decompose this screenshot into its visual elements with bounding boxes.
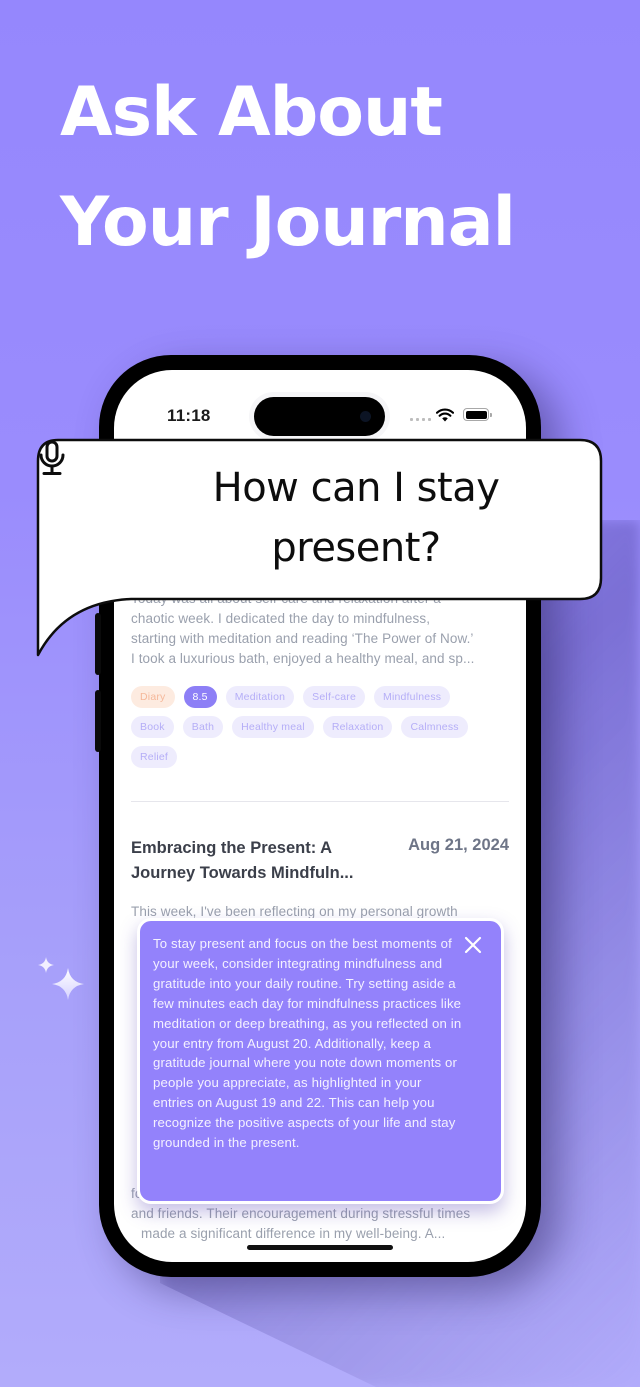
camera-icon	[360, 411, 371, 422]
question-bubble: How can I stay present?	[36, 438, 603, 658]
tag[interactable]: Healthy meal	[232, 716, 314, 738]
tag[interactable]: Mindfulness	[374, 686, 451, 708]
entry-title: Embracing the Present: A Journey Towards…	[131, 839, 354, 882]
tag[interactable]: Self-care	[303, 686, 365, 708]
close-icon[interactable]	[463, 935, 483, 955]
wifi-icon	[436, 408, 454, 422]
journal-entry[interactable]: Embracing the Present: A Journey Towards…	[131, 836, 509, 919]
ai-answer-card: To stay present and focus on the best mo…	[137, 918, 504, 1204]
ai-answer-text: To stay present and focus on the best mo…	[153, 936, 462, 1151]
tag[interactable]: Meditation	[225, 686, 295, 708]
dynamic-island	[254, 397, 385, 436]
battery-icon	[463, 408, 492, 421]
cellular-signal-icon	[410, 418, 431, 421]
volume-down-button	[95, 690, 101, 752]
entry-date: Aug 21, 2024	[408, 836, 509, 854]
entry-divider	[131, 801, 509, 802]
entry-excerpt-line: made a significant difference in my well…	[141, 1226, 446, 1241]
entry-tags: Diary 8.5 Meditation Self-care Mindfulne…	[131, 686, 491, 768]
tag[interactable]: Calmness	[401, 716, 468, 738]
headline: Ask About Your Journal	[60, 58, 516, 278]
tag-score[interactable]: 8.5	[183, 686, 217, 708]
entry-excerpt-line: and friends. Their encouragement during …	[131, 1206, 471, 1221]
status-time: 11:18	[167, 406, 211, 425]
headline-line-1: Ask About	[60, 73, 443, 152]
home-indicator[interactable]	[247, 1245, 393, 1250]
question-text: How can I stay present?	[212, 465, 500, 571]
sparkle-large-icon	[52, 968, 84, 1000]
tag-type[interactable]: Diary	[131, 686, 175, 708]
tag[interactable]: Relaxation	[322, 716, 393, 738]
tag[interactable]: Book	[131, 716, 174, 738]
tag[interactable]: Bath	[182, 716, 224, 738]
tag[interactable]: Relief	[131, 746, 178, 768]
microphone-icon[interactable]	[36, 438, 68, 478]
status-bar: 11:18	[114, 370, 526, 436]
headline-line-2: Your Journal	[60, 183, 516, 262]
